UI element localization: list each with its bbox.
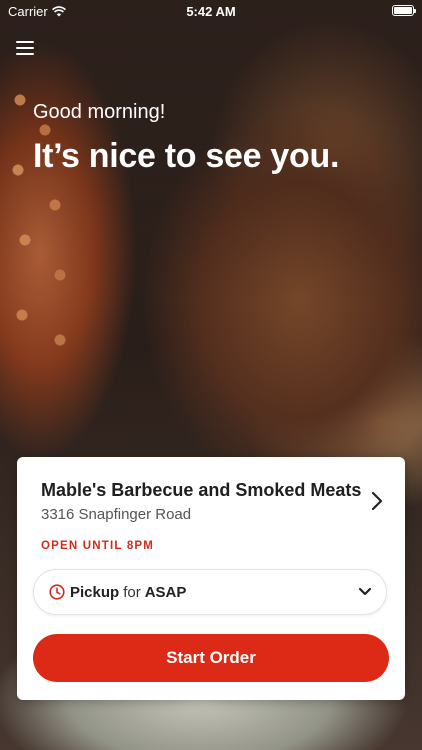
battery-icon: [392, 5, 416, 16]
for-label: for: [123, 584, 141, 601]
order-time-value: ASAP: [144, 584, 187, 601]
order-mode: Pickup: [70, 584, 120, 601]
status-bar: Carrier 5:42 AM: [0, 0, 422, 22]
pickup-summary: Pickup for ASAP: [70, 584, 186, 601]
home-screen: Carrier 5:42 AM Good morning! It’s nice …: [0, 0, 422, 750]
greeting-text: Good morning!: [33, 101, 166, 123]
clock-icon: [49, 584, 65, 600]
hamburger-menu-icon[interactable]: [16, 41, 34, 56]
start-order-button[interactable]: Start Order: [33, 634, 389, 682]
store-address: 3316 Snapfinger Road: [41, 506, 192, 523]
welcome-headline: It’s nice to see you.: [33, 137, 340, 175]
open-status-badge: OPEN UNTIL 8PM: [41, 540, 155, 552]
chevron-down-icon: [358, 587, 372, 596]
pickup-time-selector[interactable]: Pickup for ASAP: [33, 569, 387, 615]
status-time: 5:42 AM: [186, 4, 236, 19]
chevron-right-icon[interactable]: [369, 490, 385, 512]
store-order-card: Mable's Barbecue and Smoked Meats 3316 S…: [17, 457, 405, 700]
store-name[interactable]: Mable's Barbecue and Smoked Meats: [41, 480, 361, 501]
